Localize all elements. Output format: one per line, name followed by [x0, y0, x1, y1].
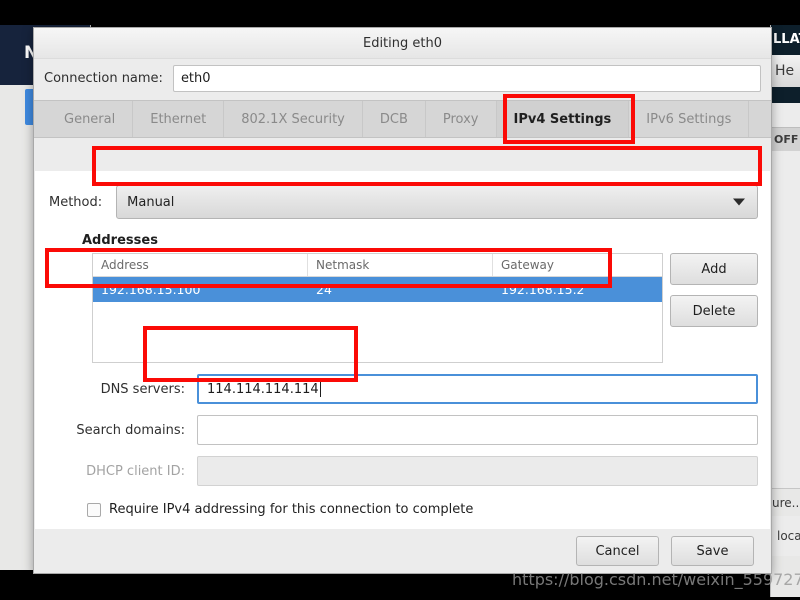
background-window-right[interactable]: LLAT He OFF ure... loca [770, 25, 800, 597]
method-label: Method: [49, 194, 103, 210]
cell-netmask: 24 [316, 282, 332, 297]
dns-servers-row: DNS servers: 114.114.114.114 [35, 374, 770, 404]
cell-address: 192.168.15.100 [101, 282, 201, 297]
tab-dcb[interactable]: DCB [363, 101, 426, 137]
method-selected-value: Manual [127, 194, 175, 210]
method-row: Method: Manual [35, 171, 770, 219]
add-address-button[interactable]: Add [670, 253, 758, 285]
cell-gateway: 192.168.15.2 [501, 282, 585, 297]
dns-servers-input[interactable]: 114.114.114.114 [197, 374, 758, 404]
background-window-right-spacer [771, 103, 800, 127]
dialog-titlebar[interactable]: Editing eth0 [34, 28, 771, 59]
tab-proxy-label: Proxy [442, 111, 479, 127]
save-button[interactable]: Save [671, 536, 754, 566]
add-address-button-label: Add [701, 261, 727, 277]
tab-ethernet-label: Ethernet [150, 111, 207, 127]
settings-tabstrip: General Ethernet 802.1X Security DCB Pro… [34, 100, 771, 138]
column-header-gateway: Gateway [501, 258, 555, 272]
tab-general[interactable]: General [47, 101, 134, 137]
search-domains-label: Search domains: [76, 422, 185, 438]
chevron-down-icon [733, 198, 745, 206]
addresses-section-title: Addresses [82, 233, 158, 248]
dhcp-client-id-input [197, 456, 758, 486]
tab-8021x-security-label: 802.1X Security [241, 111, 345, 127]
tab-ipv4-settings[interactable]: IPv4 Settings [496, 101, 630, 137]
editing-connection-dialog: Editing eth0 Connection name: General Et… [33, 27, 772, 574]
tab-ipv6-settings[interactable]: IPv6 Settings [629, 101, 750, 137]
ipv4-settings-panel: Method: Manual Addresses Address Netmask… [35, 171, 770, 568]
require-ipv4-label: Require IPv4 addressing for this connect… [109, 502, 474, 517]
column-header-address: Address [93, 254, 308, 276]
search-domains-row: Search domains: [35, 415, 770, 445]
dialog-title: Editing eth0 [362, 35, 442, 51]
search-domains-input[interactable] [197, 415, 758, 445]
connection-name-input[interactable] [172, 65, 761, 92]
delete-address-button[interactable]: Delete [670, 295, 758, 327]
dns-servers-label: DNS servers: [100, 381, 185, 397]
cancel-button[interactable]: Cancel [576, 536, 659, 566]
tab-dcb-label: DCB [379, 111, 408, 127]
background-window-right-toolbar[interactable]: He [771, 55, 800, 88]
tab-ipv6-settings-label: IPv6 Settings [646, 111, 732, 127]
connection-name-row: Connection name: [34, 59, 771, 100]
table-row[interactable]: 192.168.15.100 24 192.168.15.2 [93, 277, 662, 302]
dialog-footer: Cancel Save [34, 529, 771, 573]
require-ipv4-row[interactable]: Require IPv4 addressing for this connect… [35, 486, 770, 517]
tab-ethernet[interactable]: Ethernet [133, 101, 225, 137]
dhcp-client-id-row: DHCP client ID: [35, 456, 770, 486]
delete-address-button-label: Delete [692, 303, 736, 319]
text-caret [319, 381, 321, 397]
addresses-table-area: Address Netmask Gateway 192.168.15.100 2… [35, 253, 770, 363]
require-ipv4-checkbox[interactable] [87, 502, 101, 517]
background-window-right-column-header: OFF [771, 127, 800, 153]
cancel-button-label: Cancel [595, 543, 640, 559]
tab-8021x-security[interactable]: 802.1X Security [224, 101, 363, 137]
dhcp-client-id-label: DHCP client ID: [86, 463, 185, 479]
tab-ipv4-settings-label: IPv4 Settings [513, 111, 612, 127]
addresses-table[interactable]: Address Netmask Gateway 192.168.15.100 2… [92, 253, 663, 363]
tab-proxy[interactable]: Proxy [426, 101, 497, 137]
tab-general-label: General [64, 111, 116, 127]
background-window-right-accent-bar [771, 87, 800, 103]
background-window-right-footer-row-2: loca [771, 516, 800, 556]
background-window-right-titlebar: LLAT [771, 25, 800, 55]
desktop-background: N LLAT He OFF ure... loca Editing eth0 C… [0, 0, 800, 600]
save-button-label: Save [696, 543, 729, 559]
addresses-table-buttons: Add Delete [670, 253, 758, 363]
connection-name-label: Connection name: [44, 71, 163, 86]
method-select[interactable]: Manual [116, 185, 758, 219]
column-header-netmask: Netmask [308, 254, 493, 276]
background-window-right-footer-row-1[interactable]: ure... [771, 488, 800, 518]
addresses-table-header: Address Netmask Gateway [93, 254, 662, 277]
background-window-right-body [771, 151, 800, 488]
dns-servers-value: 114.114.114.114 [207, 381, 319, 397]
